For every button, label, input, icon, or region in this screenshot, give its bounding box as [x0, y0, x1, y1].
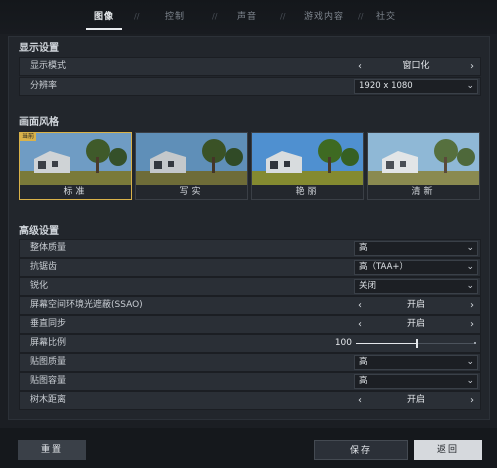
style-preview-image — [368, 133, 479, 186]
setting-arrow-selector[interactable]: ‹ 开启 › — [354, 317, 478, 332]
setting-arrow-selector[interactable]: ‹ 开启 › — [354, 298, 478, 313]
setting-row: 抗锯齿 高（TAA+） ⌄ — [19, 258, 481, 277]
setting-value: 高 — [359, 357, 368, 367]
style-card-label: 清新 — [368, 185, 479, 199]
setting-value: 开启 — [406, 300, 425, 310]
setting-value: 开启 — [406, 395, 425, 405]
slider-track[interactable] — [356, 339, 476, 348]
setting-row: 垂直同步 ‹ 开启 › — [19, 315, 481, 334]
tab-sound[interactable]: 声音 — [224, 0, 270, 34]
setting-label: 分辨率 — [30, 81, 58, 91]
chevron-down-icon: ⌄ — [466, 376, 474, 386]
setting-row: 屏幕空间环境光遮蔽(SSAO) ‹ 开启 › — [19, 296, 481, 315]
chevron-right-icon[interactable]: › — [466, 298, 478, 313]
display-mode-value: 窗口化 — [402, 61, 430, 71]
setting-dropdown[interactable]: 关闭 ⌄ — [354, 279, 478, 294]
setting-dropdown[interactable]: 高 ⌄ — [354, 241, 478, 256]
setting-label: 抗锯齿 — [30, 262, 58, 272]
style-card-label: 艳丽 — [252, 185, 363, 199]
setting-label: 显示模式 — [30, 61, 67, 71]
setting-row: 整体质量高 ⌄ — [19, 239, 481, 258]
setting-dropdown[interactable]: 高 ⌄ — [354, 355, 478, 370]
setting-label: 整体质量 — [30, 243, 67, 253]
setting-row: 树木距离 ‹ 开启 › — [19, 391, 481, 410]
setting-label: 贴图质量 — [30, 357, 67, 367]
setting-value: 高 — [359, 243, 368, 253]
setting-label: 垂直同步 — [30, 319, 67, 329]
chevron-right-icon[interactable]: › — [466, 393, 478, 408]
setting-row: 屏幕比例 100 — [19, 334, 481, 353]
back-button[interactable]: 返回 — [414, 440, 482, 460]
slider-fill — [356, 343, 416, 344]
setting-label: 屏幕比例 — [30, 338, 67, 348]
setting-value: 高（TAA+） — [359, 262, 409, 272]
chevron-left-icon[interactable]: ‹ — [354, 393, 366, 408]
chevron-down-icon: ⌄ — [466, 281, 474, 291]
setting-value: 高 — [359, 376, 368, 386]
chevron-left-icon[interactable]: ‹ — [354, 59, 366, 74]
setting-label: 屏幕空间环境光遮蔽(SSAO) — [30, 300, 143, 310]
picture-style-list: 当前 标准 写实 艳丽 清新 — [19, 132, 481, 200]
chevron-down-icon: ⌄ — [466, 357, 474, 367]
chevron-down-icon: ⌄ — [466, 243, 474, 253]
tab-game-content[interactable]: 游戏内容 — [292, 0, 356, 34]
section-advanced-title: 高级设置 — [19, 226, 59, 237]
chevron-down-icon: ⌄ — [466, 262, 474, 272]
style-card-standard[interactable]: 当前 标准 — [19, 132, 132, 200]
chevron-right-icon[interactable]: › — [466, 317, 478, 332]
slider-value: 100 — [334, 338, 352, 348]
section-display-title: 显示设置 — [19, 43, 59, 54]
slider-end-marker — [474, 342, 476, 344]
tab-separator: // — [280, 12, 286, 21]
setting-row: 锐化 关闭 ⌄ — [19, 277, 481, 296]
setting-label: 树木距离 — [30, 395, 67, 405]
reset-button[interactable]: 重置 — [18, 440, 86, 460]
style-preview-image — [252, 133, 363, 186]
style-card-label: 写实 — [136, 185, 247, 199]
tab-social[interactable]: 社交 — [364, 0, 408, 34]
setting-label: 锐化 — [30, 281, 49, 291]
setting-row-display-mode: 显示模式 ‹ 窗口化 › — [19, 57, 481, 76]
top-tab-bar: 图像 // 控制 // 声音 // 游戏内容 // 社交 — [0, 0, 497, 34]
setting-row: 贴图质量高 ⌄ — [19, 353, 481, 372]
setting-label: 贴图容量 — [30, 376, 67, 386]
tab-controls[interactable]: 控制 — [150, 0, 200, 34]
settings-panel: 显示设置 显示模式 ‹ 窗口化 › 分辨率 1920 x 1080 ⌄ 画面风格 — [8, 36, 490, 420]
tab-separator: // — [358, 12, 364, 21]
resolution-dropdown[interactable]: 1920 x 1080 ⌄ — [354, 79, 478, 94]
setting-row: 贴图容量高 ⌄ — [19, 372, 481, 391]
style-preview-image — [136, 133, 247, 186]
display-mode-selector[interactable]: ‹ 窗口化 › — [354, 59, 478, 74]
tab-image[interactable]: 图像 — [78, 0, 130, 34]
style-card-realistic[interactable]: 写实 — [135, 132, 248, 200]
chevron-left-icon[interactable]: ‹ — [354, 317, 366, 332]
screen-scale-slider[interactable]: 100 — [335, 336, 478, 351]
setting-dropdown[interactable]: 高（TAA+） ⌄ — [354, 260, 478, 275]
style-preview-image — [20, 133, 131, 186]
tab-separator: // — [134, 12, 140, 21]
chevron-right-icon[interactable]: › — [466, 59, 478, 74]
setting-arrow-selector[interactable]: ‹ 开启 › — [354, 393, 478, 408]
setting-row-resolution: 分辨率 1920 x 1080 ⌄ — [19, 77, 481, 96]
current-badge: 当前 — [20, 133, 37, 141]
style-card-label: 标准 — [20, 185, 131, 199]
setting-value: 关闭 — [359, 281, 377, 291]
chevron-left-icon[interactable]: ‹ — [354, 298, 366, 313]
chevron-down-icon: ⌄ — [466, 81, 474, 91]
style-card-vivid[interactable]: 艳丽 — [251, 132, 364, 200]
tab-separator: // — [212, 12, 218, 21]
setting-value: 开启 — [406, 319, 425, 329]
style-card-fresh[interactable]: 清新 — [367, 132, 480, 200]
resolution-value: 1920 x 1080 — [359, 81, 413, 91]
save-button[interactable]: 保存 — [314, 440, 408, 460]
section-style-title: 画面风格 — [19, 117, 59, 128]
setting-dropdown[interactable]: 高 ⌄ — [354, 374, 478, 389]
slider-thumb[interactable] — [416, 339, 418, 348]
